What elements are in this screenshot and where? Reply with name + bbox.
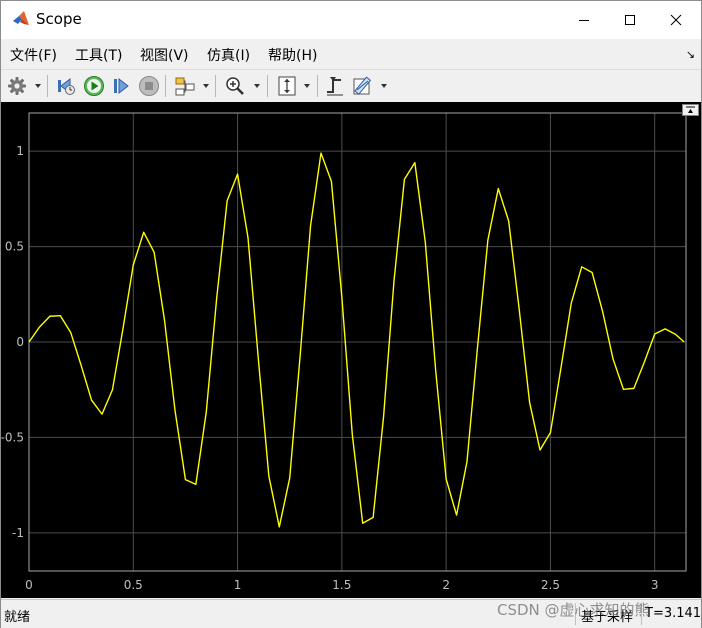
close-button[interactable]: [653, 1, 699, 39]
x-tick-label: 1: [234, 578, 242, 592]
scope-window: Scope 文件(F) 工具(T) 视图(V) 仿真(I) 帮助(H) ↘ 0 …: [0, 0, 702, 628]
x-tick-label: 3: [651, 578, 659, 592]
run-button[interactable]: [82, 74, 106, 98]
autoscale-dropdown-icon[interactable]: [303, 82, 311, 90]
toolbar-separator: [215, 75, 216, 97]
measurements-icon: [353, 76, 372, 95]
settings-dropdown-icon[interactable]: [34, 82, 42, 90]
y-tick-label: 0.5: [5, 240, 24, 254]
highlight-dropdown-icon[interactable]: [202, 82, 210, 90]
watermark: CSDN @虚心求知的熊: [497, 601, 650, 619]
status-time-offset: T=3.141: [645, 606, 702, 621]
y-tick-label: -1: [12, 526, 24, 540]
matlab-logo-icon: [13, 11, 29, 25]
status-text: 就绪: [4, 610, 31, 625]
menu-help[interactable]: 帮助(H): [268, 45, 317, 65]
undock-icon: [686, 106, 695, 113]
triggers-button[interactable]: [323, 74, 347, 98]
measurements-button[interactable]: [351, 74, 375, 98]
autoscale-icon: [278, 76, 296, 96]
undock-button[interactable]: [682, 104, 699, 116]
maximize-button[interactable]: [607, 1, 653, 39]
x-tick-label: 0.5: [124, 578, 143, 592]
signal-trace: [28, 152, 685, 528]
scope-axes: 0 0.5 1 1.5 2 2.5 3 1 0.5 0 -0.5 -1: [1, 112, 687, 592]
minimize-button[interactable]: [561, 1, 607, 39]
x-tick-label: 0: [25, 578, 33, 592]
highlight-block-icon: [175, 77, 195, 96]
toolbar-separator: [47, 75, 48, 97]
step-forward-button[interactable]: [109, 74, 133, 98]
menu-view[interactable]: 视图(V): [140, 45, 189, 65]
zoom-button[interactable]: [223, 74, 247, 98]
menu-expand-arrow-icon[interactable]: ↘: [686, 48, 695, 61]
autoscale-button[interactable]: [275, 74, 299, 98]
menu-simulation[interactable]: 仿真(I): [207, 45, 250, 65]
y-tick-label: 0: [16, 335, 24, 349]
zoom-dropdown-icon[interactable]: [253, 82, 261, 90]
y-tick-label: 1: [16, 144, 24, 158]
run-icon: [84, 76, 104, 96]
settings-button[interactable]: [5, 74, 29, 98]
x-tick-label: 2.5: [541, 578, 560, 592]
x-tick-label: 2: [442, 578, 450, 592]
stop-icon: [139, 76, 159, 96]
scope-display[interactable]: 0 0.5 1 1.5 2 2.5 3 1 0.5 0 -0.5 -1: [1, 102, 701, 598]
window-title: Scope: [36, 10, 82, 28]
menu-bar: 文件(F) 工具(T) 视图(V) 仿真(I) 帮助(H) ↘: [1, 39, 701, 67]
menu-file[interactable]: 文件(F): [10, 45, 57, 65]
measurements-dropdown-icon[interactable]: [380, 82, 388, 90]
highlight-block-button[interactable]: [173, 74, 197, 98]
settings-gear-icon: [8, 77, 26, 95]
x-tick-label: 1.5: [332, 578, 351, 592]
stop-button[interactable]: [137, 74, 161, 98]
toolbar: [1, 69, 701, 103]
toolbar-separator: [165, 75, 166, 97]
toolbar-separator: [267, 75, 268, 97]
minimize-icon: [579, 20, 589, 21]
step-back-button[interactable]: [54, 74, 78, 98]
step-forward-icon: [114, 77, 129, 95]
maximize-icon: [625, 15, 635, 25]
zoom-in-icon: [226, 77, 244, 95]
step-back-icon: [58, 77, 75, 95]
triggers-icon: [327, 77, 343, 96]
menu-tools[interactable]: 工具(T): [75, 45, 122, 65]
y-tick-label: -0.5: [1, 430, 24, 444]
toolbar-separator: [317, 75, 318, 97]
close-icon: [670, 14, 682, 26]
title-bar[interactable]: Scope: [1, 1, 701, 39]
